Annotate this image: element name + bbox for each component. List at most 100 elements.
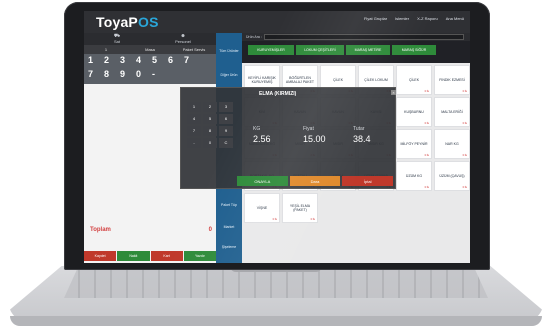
iptal-button[interactable]: İptal [342,176,394,186]
product-name: ÇİLEK LOKUM [364,78,388,82]
dialog-numpad-key[interactable]: 0 [203,138,217,148]
search-input[interactable] [264,34,464,40]
dialog-numpad-key[interactable]: C [219,138,233,148]
top-link-xz-raporu[interactable]: X-Z Raporu [417,16,438,21]
numpad-key[interactable]: 7 [184,55,189,65]
dialog-title: ELMA (KIRMIZI) [259,91,297,97]
kg-value: 2.56 [253,134,271,144]
product-name: ÇİLEK [408,78,420,82]
product-mockup: ToyaPOS Fiyat Gruplar Islemler X-Z Rapor… [0,0,552,336]
dialog-numpad-key[interactable]: 7 [187,126,201,136]
category-maras-metire[interactable]: MARAŞ METİRE [346,45,390,55]
order-total: Toplam 0 [84,225,216,239]
dialog-numpad-key[interactable]: 6 [219,114,233,124]
product-name: MİLFÖY PEYNİR [400,142,428,146]
laptop-front-lip [10,316,542,326]
laptop-screen: ToyaPOS Fiyat Gruplar Islemler X-Z Rapor… [84,11,470,263]
total-value: 0 [208,227,212,233]
order-subtabs: 1 Masa Paket Servis [84,45,216,54]
product-name: BÖĞÜRTLEN AMBALAJ PAKET [285,76,315,84]
subtab-paket-servis[interactable]: Paket Servis [172,47,216,52]
total-label: Toplam [90,227,111,233]
product-price: 0 ₺ [424,121,429,125]
product-name: KUŞBURNU [404,110,424,114]
product-tile[interactable]: MALTA ERİĞİ 0 ₺ [434,97,470,127]
nakit-button[interactable]: Nakit [117,251,150,261]
product-name: NAR KG [445,142,459,146]
top-link-islemler[interactable]: Islemler [395,16,409,21]
numpad-key[interactable]: 3 [120,55,125,65]
subtab-number[interactable]: 1 [84,47,128,52]
sidebar-item-tum-urunler[interactable]: Tüm Ürünler [216,49,242,53]
numpad-key[interactable]: 4 [136,55,141,65]
product-tile[interactable]: YEŞİL ELMA (PAKET) 0 ₺ [282,193,318,223]
product-name: ÜZÜM (ÇAVUŞ) [439,174,465,178]
numpad-key[interactable]: 5 [152,55,157,65]
dialog-numpad-key[interactable]: 1 [187,102,201,112]
numpad-key[interactable]: 0 [136,69,141,79]
top-link-ana-menu[interactable]: Ana Menü [446,16,464,21]
product-name: FINDIK EZMESİ [439,78,465,82]
top-link-fiyat-gruplar[interactable]: Fiyat Gruplar [364,16,387,21]
kart-button[interactable]: Kart [150,251,183,261]
order-actions: Kaydet Nakit Kart Yazdır [84,251,216,261]
category-tabs: KURUYEMİŞLER LOKUM ÇEŞİTLERİ MARAŞ METİR… [242,41,470,63]
product-price: 0 ₺ [272,217,277,221]
logo-text: ToyaP [96,14,138,30]
dialog-numpad-key[interactable]: 3 [219,102,233,112]
numpad-key[interactable]: 9 [120,69,125,79]
product-price: 0 ₺ [462,185,467,189]
category-kuruyemisler[interactable]: KURUYEMİŞLER [248,45,294,55]
sidebar-item-market[interactable]: Market [216,225,242,229]
yazdir-button[interactable]: Yazdır [183,251,216,261]
product-price: 0 ₺ [424,153,429,157]
product-name: YEŞİL ELMA (PAKET) [289,204,311,212]
numpad-key[interactable]: - [152,69,155,79]
numpad-key[interactable]: 6 [168,55,173,65]
laptop-keyboard [64,270,488,298]
tutar-value: 38.4 [353,134,371,144]
sidebar-item-paket-tup[interactable]: Paket Tüp [216,203,242,207]
numpad-key[interactable]: 7 [88,69,93,79]
tutar-label: Tutar [353,126,365,132]
sidebar-item-diger-urun[interactable]: Diğer Ürün [216,73,242,77]
order-tabs: ⛟ Sat ☻ Personel [84,33,216,45]
dara-button[interactable]: Dara [289,176,341,186]
numpad-key[interactable]: 8 [104,69,109,79]
fiyat-label: Fiyat [303,126,314,132]
kg-label: KG [253,126,261,132]
dialog-numpad-key[interactable]: 8 [203,126,217,136]
dialog-numpad-key[interactable]: 5 [203,114,217,124]
close-icon[interactable]: × [391,90,396,95]
dialog-numpad-key[interactable]: 4 [187,114,201,124]
product-tile[interactable]: MİLFÖY PEYNİR 0 ₺ [396,129,432,159]
dialog-numpad-key[interactable]: - [187,138,201,148]
quick-numpad: 1 2 3 4 5 6 7 7 8 9 0 - [84,54,216,84]
product-tile[interactable]: NAR KG 0 ₺ [434,129,470,159]
tab-sat-label: Sat [113,39,120,44]
dialog-numpad: 123 456 789 -0C [185,100,245,184]
product-tile[interactable]: ÜZÜM (ÇAVUŞ) 0 ₺ [434,161,470,191]
dialog-numpad-key[interactable]: 9 [219,126,233,136]
product-name: MALTA ERİĞİ [441,110,463,114]
product-tile[interactable]: VİŞNE 0 ₺ [244,193,280,223]
tab-sat[interactable]: ⛟ Sat [84,33,150,45]
category-lokum[interactable]: LOKUM ÇEŞİTLERİ [296,45,344,55]
top-menu: Fiyat Gruplar Islemler X-Z Raporu Ana Me… [364,16,464,21]
product-price: 0 ₺ [462,153,467,157]
sidebar-item-siseleme[interactable]: Şişeleme [216,245,242,249]
kaydet-button[interactable]: Kaydet [84,251,117,261]
numpad-key[interactable]: 2 [104,55,109,65]
onayla-button[interactable]: ONAYLA [237,176,288,186]
product-tile[interactable]: FINDIK EZMESİ 0 ₺ [434,65,470,95]
tab-personel[interactable]: ☻ Personel [150,33,216,45]
product-tile[interactable]: ÇİLEK 0 ₺ [396,65,432,95]
subtab-masa[interactable]: Masa [128,47,172,52]
product-tile[interactable]: KUŞBURNU 0 ₺ [396,97,432,127]
numpad-key[interactable]: 1 [88,55,93,65]
product-name: VİŞNE [256,206,268,210]
category-maras-sigur[interactable]: MARAŞ SİĞÜR [392,45,436,55]
tab-personel-label: Personel [175,39,191,44]
dialog-numpad-key[interactable]: 2 [203,102,217,112]
product-tile[interactable]: ÜZÜM KG 0 ₺ [396,161,432,191]
